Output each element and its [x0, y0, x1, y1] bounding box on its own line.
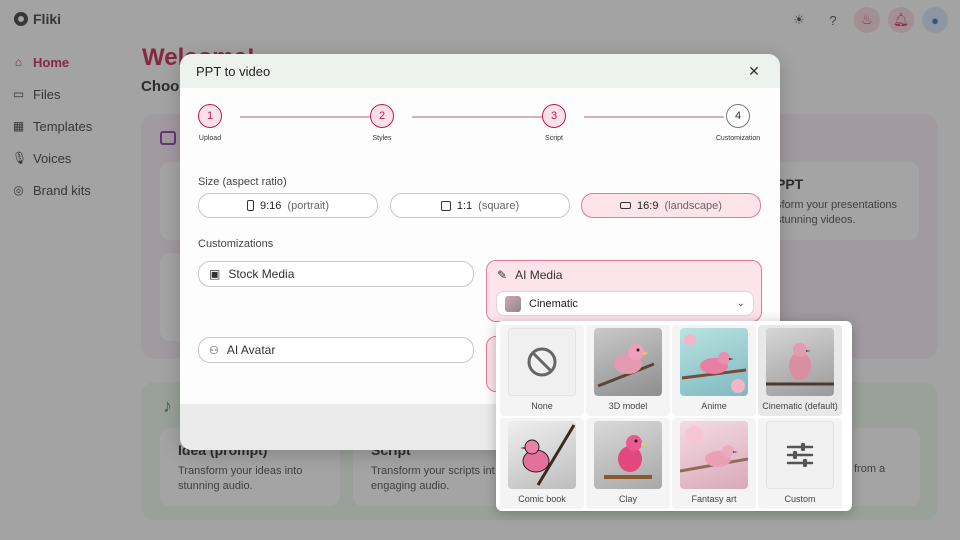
step-styles[interactable]: 2 Styles — [352, 104, 412, 142]
size-portrait-button[interactable]: 9:16 (portrait) — [198, 193, 378, 218]
style-option-anime[interactable]: Anime — [672, 325, 756, 416]
size-square-button[interactable]: 1:1 (square) — [390, 193, 570, 218]
bird-clay-image — [594, 421, 662, 489]
size-value: 16:9 — [637, 199, 659, 212]
bird-3d-image — [594, 328, 662, 396]
step-label: Upload — [198, 135, 222, 142]
style-grid: None 3D model Anime Cinematic (default) … — [500, 325, 848, 509]
portrait-icon — [247, 200, 254, 211]
bird-fantasy-image — [680, 421, 748, 489]
size-landscape-button[interactable]: 16:9 (landscape) — [581, 193, 761, 218]
style-option-none[interactable]: None — [500, 325, 584, 416]
step-number: 1 — [198, 104, 222, 128]
style-name: Cinematic (default) — [762, 401, 838, 411]
style-option-comic-book[interactable]: Comic book — [500, 418, 584, 509]
style-option-3d-model[interactable]: 3D model — [586, 325, 670, 416]
style-name: Clay — [618, 494, 637, 504]
step-number: 2 — [370, 104, 394, 128]
style-name: Anime — [701, 401, 727, 411]
style-option-custom[interactable]: Custom — [758, 418, 842, 509]
magic-wand-icon: ✎ — [497, 268, 508, 282]
bird-cinematic-image — [766, 328, 834, 396]
stock-media-icon: ▣ — [209, 267, 221, 281]
size-value: 1:1 — [456, 199, 473, 212]
chevron-down-icon: ⌄ — [736, 298, 745, 309]
modal-header: PPT to video ✕ — [180, 54, 780, 88]
style-name: Comic book — [518, 494, 566, 504]
stock-media-label: Stock Media — [228, 267, 295, 281]
step-label: Customization — [715, 135, 761, 142]
ai-media-header: ✎ AI Media — [487, 261, 761, 289]
step-label: Script — [545, 135, 563, 142]
size-value: 9:16 — [260, 199, 282, 212]
style-option-clay[interactable]: Clay — [586, 418, 670, 509]
style-name: Custom — [784, 494, 816, 504]
style-name: None — [531, 401, 553, 411]
modal-title: PPT to video — [196, 63, 271, 79]
style-option-cinematic[interactable]: Cinematic (default) — [758, 325, 842, 416]
ai-avatar-label: AI Avatar — [226, 343, 276, 357]
step-upload[interactable]: 1 Upload — [180, 104, 240, 142]
style-name: Fantasy art — [691, 494, 737, 504]
stock-media-option[interactable]: ▣ Stock Media — [198, 261, 474, 287]
size-label: Size (aspect ratio) — [198, 176, 287, 188]
step-script[interactable]: 3 Script — [524, 104, 584, 142]
style-name: 3D model — [608, 401, 648, 411]
step-connector — [584, 116, 724, 118]
size-hint: (square) — [478, 199, 520, 212]
ai-media-label: AI Media — [515, 268, 563, 282]
ai-media-style-select[interactable]: Cinematic ⌄ — [496, 291, 754, 316]
bird-anime-image — [680, 328, 748, 396]
landscape-icon — [620, 202, 632, 209]
style-option-fantasy-art[interactable]: Fantasy art — [672, 418, 756, 509]
ai-media-option[interactable]: ✎ AI Media Cinematic ⌄ — [486, 260, 762, 322]
close-icon[interactable]: ✕ — [744, 63, 764, 80]
step-label: Styles — [372, 135, 392, 142]
step-number: 3 — [542, 104, 566, 128]
selected-style: Cinematic — [529, 297, 578, 310]
style-dropdown: None 3D model Anime Cinematic (default) … — [496, 321, 852, 511]
ai-avatar-option[interactable]: ⚇ AI Avatar — [198, 337, 474, 363]
none-icon — [508, 328, 576, 396]
customizations-label: Customizations — [198, 238, 274, 250]
bird-comic-image — [508, 421, 576, 489]
stepper: 1 Upload 2 Styles 3 Script 4 Customizati… — [198, 104, 762, 148]
size-hint: (portrait) — [287, 199, 329, 212]
sliders-icon — [766, 421, 834, 489]
step-number: 4 — [726, 104, 750, 128]
size-hint: (landscape) — [664, 199, 722, 212]
style-thumbnail — [505, 295, 521, 312]
square-icon — [440, 200, 451, 211]
person-icon: ⚇ — [209, 344, 219, 357]
step-customization[interactable]: 4 Customization — [708, 104, 768, 142]
